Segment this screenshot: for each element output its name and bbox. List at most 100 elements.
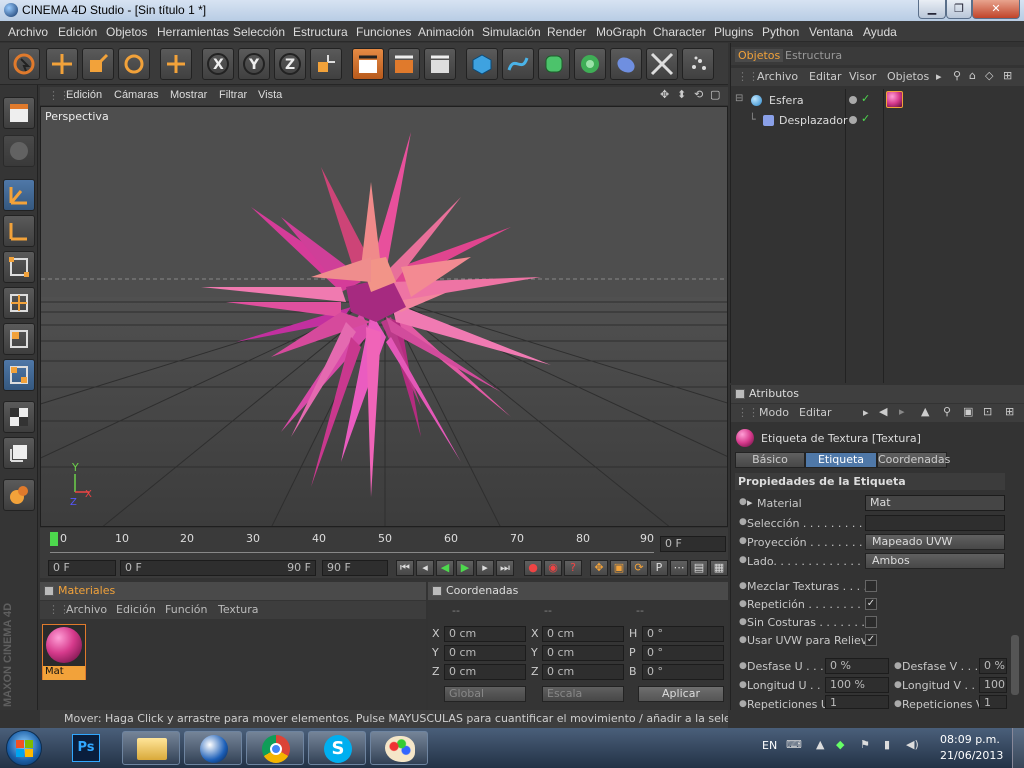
apply-button[interactable]: Aplicar (638, 686, 724, 702)
use-uvw-bump-checkbox[interactable]: ✓ (865, 634, 877, 646)
up-arrow-icon[interactable]: ▲ (921, 405, 929, 418)
material-swatch-mat[interactable]: Mat (42, 624, 86, 680)
key-position-button[interactable]: ✥ (590, 560, 608, 576)
attr-menu-editar[interactable]: Editar (799, 406, 832, 419)
photoshop-taskbar-icon[interactable]: Ps (72, 734, 100, 762)
vp-menu-camaras[interactable]: Cámaras (114, 89, 159, 101)
coordinate-system-button[interactable] (310, 48, 342, 80)
tab-coordenadas[interactable]: Coordenadas (877, 452, 950, 468)
tweak-mode-button[interactable] (3, 437, 35, 469)
seamless-checkbox[interactable] (865, 616, 877, 628)
3d-viewport[interactable]: Y X Z Perspectiva (40, 106, 728, 527)
position-y-field[interactable]: 0 cm (444, 645, 526, 661)
visibility-dot[interactable] (849, 116, 857, 124)
position-z-field[interactable]: 0 cm (444, 664, 526, 680)
rotation-b-field[interactable]: 0 ° (642, 664, 724, 680)
tab-objetos[interactable]: Objetos (735, 49, 784, 62)
z-axis-lock-button[interactable]: Z (274, 48, 306, 80)
menu-character[interactable]: Character (653, 25, 706, 39)
coordinate-mode-dropdown[interactable]: Global (444, 686, 526, 702)
search-icon[interactable]: ⚲ (953, 69, 961, 82)
clock-date[interactable]: 21/06/2013 (940, 749, 1003, 762)
sculpt-tool-button[interactable] (3, 479, 35, 511)
rotate-tool-button[interactable] (118, 48, 150, 80)
uv-mode-button[interactable] (3, 359, 35, 391)
pan-view-icon[interactable]: ✥ (660, 88, 669, 101)
eye-icon[interactable]: ◇ (985, 69, 993, 82)
object-row-desplazador[interactable]: └ Desplazador (735, 113, 848, 129)
play-forward-button[interactable]: ▶ (456, 560, 474, 576)
length-v-field[interactable]: 100 (979, 677, 1007, 693)
rotation-h-field[interactable]: 0 ° (642, 626, 724, 642)
vp-menu-edicion[interactable]: Edición (66, 89, 102, 101)
render-view-button[interactable] (352, 48, 384, 80)
close-button[interactable]: ✕ (972, 0, 1020, 19)
mat-menu-archivo[interactable]: Archivo (66, 603, 107, 616)
tray-app-icon[interactable]: ◆ (836, 738, 844, 751)
texture-mode-button[interactable] (3, 215, 35, 247)
cube-primitive-button[interactable] (466, 48, 498, 80)
menu-seleccion[interactable]: Selección (233, 25, 285, 39)
scene-environment-button[interactable] (646, 48, 678, 80)
panel-toggle-icon[interactable] (735, 389, 745, 399)
autokey-button[interactable]: ◉ (544, 560, 562, 576)
menu-objetos[interactable]: Objetos (106, 25, 147, 39)
obj-menu-archivo[interactable]: Archivo (757, 70, 798, 83)
tab-basico[interactable]: Básico (735, 452, 805, 468)
play-backward-button[interactable]: ◀ (436, 560, 454, 576)
selection-field[interactable] (865, 515, 1005, 531)
menu-python[interactable]: Python (762, 25, 799, 39)
subdivision-surface-button[interactable] (538, 48, 570, 80)
points-mode-button[interactable] (3, 251, 35, 283)
end-frame-field[interactable]: 90 F (322, 560, 388, 576)
x-axis-lock-button[interactable]: X (202, 48, 234, 80)
enabled-check-icon[interactable]: ✓ (861, 112, 870, 125)
scale-tool-button[interactable] (82, 48, 114, 80)
tab-estructura[interactable]: Estructura (785, 49, 842, 62)
minimize-button[interactable]: ▁ (918, 0, 946, 19)
cinema4d-taskbar-button[interactable] (184, 731, 242, 765)
menu-herramientas[interactable]: Herramientas (157, 25, 229, 39)
material-link-field[interactable]: Mat (865, 495, 1005, 511)
menu-plugins[interactable]: Plugins (714, 25, 753, 39)
menu-archivo[interactable]: Archivo (8, 25, 48, 39)
enabled-check-icon[interactable]: ✓ (861, 92, 870, 105)
vp-menu-mostrar[interactable]: Mostrar (170, 89, 207, 101)
start-frame-field[interactable]: 0 F (48, 560, 116, 576)
record-keys-button[interactable]: ● (524, 560, 542, 576)
attributes-scrollbar[interactable] (1011, 635, 1019, 695)
volume-icon[interactable]: ◀) (906, 738, 919, 751)
panel-toggle-icon[interactable] (432, 586, 442, 596)
move-tool-button[interactable] (46, 48, 78, 80)
undo-button[interactable] (8, 48, 40, 80)
prev-frame-button[interactable]: ◂ (416, 560, 434, 576)
texture-tag-icon[interactable] (886, 91, 903, 108)
render-picture-viewer-button[interactable] (388, 48, 420, 80)
length-u-field[interactable]: 100 % (825, 677, 889, 693)
current-frame-field[interactable]: 0 F (660, 536, 726, 552)
size-y-field[interactable]: 0 cm (542, 645, 624, 661)
home-icon[interactable]: ⌂ (969, 69, 976, 82)
menu-edicion[interactable]: Edición (58, 25, 97, 39)
polygons-mode-button[interactable] (3, 323, 35, 355)
language-indicator[interactable]: EN (762, 739, 777, 752)
offset-v-field[interactable]: 0 % (979, 658, 1007, 674)
panel-toggle-icon[interactable] (44, 586, 54, 596)
offset-u-field[interactable]: 0 % (825, 658, 889, 674)
attr-menu-modo[interactable]: Modo (759, 406, 789, 419)
key-scale-button[interactable]: ▣ (610, 560, 628, 576)
clock-time[interactable]: 08:09 p.m. (940, 733, 1000, 746)
goto-end-button[interactable]: ⏭ (496, 560, 514, 576)
maximize-button[interactable]: ❐ (946, 0, 972, 19)
size-x-field[interactable]: 0 cm (542, 626, 624, 642)
start-button[interactable] (6, 730, 42, 766)
vp-menu-vista[interactable]: Vista (258, 89, 282, 101)
timeline-ruler[interactable] (50, 535, 654, 553)
menu-arrow-icon[interactable]: ▸ (863, 406, 869, 419)
menu-estructura[interactable]: Estructura (293, 25, 348, 39)
render-settings-button[interactable] (424, 48, 456, 80)
tab-etiqueta[interactable]: Etiqueta (805, 452, 877, 468)
size-mode-dropdown[interactable]: Escala (542, 686, 624, 702)
side-dropdown[interactable]: Ambos (865, 553, 1005, 569)
chrome-taskbar-button[interactable] (246, 731, 304, 765)
